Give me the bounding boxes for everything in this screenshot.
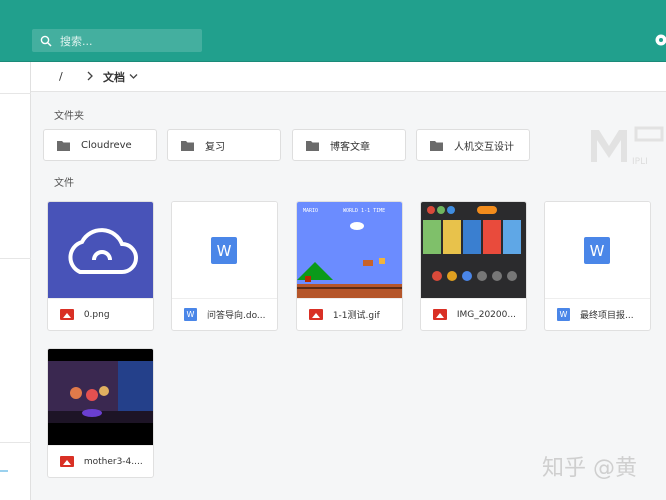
folder-name: 复习	[205, 141, 225, 153]
game-screenshot-image	[48, 349, 153, 445]
file-name: mother3-4....	[83, 456, 143, 467]
folder-item[interactable]: Cloudreve	[43, 129, 157, 161]
chevron-down-icon	[129, 74, 138, 79]
game-stats: WORLD 1-1 TIME	[343, 208, 385, 214]
file-info: IMG_20200...	[421, 298, 526, 330]
file-info: W 最终项目报...	[545, 298, 650, 330]
breadcrumb-root[interactable]: /	[59, 70, 63, 83]
file-card[interactable]: W W 最终项目报...	[544, 201, 651, 331]
breadcrumb: / 文档	[31, 62, 666, 92]
image-file-icon	[60, 309, 74, 320]
image-file-icon	[60, 456, 74, 467]
image-file-icon	[433, 309, 447, 320]
file-name: 问答导向.do...	[207, 311, 266, 321]
file-name: IMG_20200...	[456, 309, 516, 320]
folder-icon	[181, 140, 194, 151]
file-card[interactable]: 0.png	[47, 201, 154, 331]
image-file-icon	[309, 309, 323, 320]
folder-icon	[430, 140, 443, 151]
app-header: 搜索...	[0, 0, 666, 62]
folder-item[interactable]: 博客文章	[292, 129, 406, 161]
watermark-logo: IPLI	[591, 126, 664, 166]
breadcrumb-current[interactable]: 文档	[103, 69, 138, 85]
switch-screenshot-image	[423, 206, 521, 281]
sidebar-divider	[0, 93, 31, 94]
word-doc-icon: W	[211, 237, 237, 264]
game-label: MARIO	[303, 208, 318, 214]
file-thumbnail	[48, 349, 153, 445]
folder-name: 人机交互设计	[454, 141, 514, 153]
file-info: mother3-4....	[48, 445, 153, 477]
sidebar-divider	[0, 442, 31, 443]
search-icon	[40, 35, 52, 47]
chevron-right-icon	[87, 71, 93, 81]
cloud-logo-icon	[68, 228, 138, 274]
folder-icon	[57, 140, 70, 151]
file-card[interactable]: IMG_20200...	[420, 201, 527, 331]
game-screenshot-image: MARIO WORLD 1-1 TIME	[297, 208, 402, 298]
search-box[interactable]: 搜索...	[32, 29, 202, 52]
file-thumbnail	[48, 202, 153, 298]
file-thumbnail	[421, 202, 526, 298]
doc-file-icon: W	[557, 308, 570, 321]
file-name: 最终项目报...	[580, 311, 634, 321]
word-doc-icon: W	[584, 237, 610, 264]
search-input[interactable]: 搜索...	[60, 33, 93, 49]
sidebar	[0, 62, 31, 500]
file-info: 1-1测试.gif	[297, 298, 402, 330]
section-title-files: 文件	[54, 178, 74, 189]
file-card[interactable]: mother3-4....	[47, 348, 154, 478]
folder-item[interactable]: 人机交互设计	[416, 129, 530, 161]
folder-name: 博客文章	[330, 141, 370, 153]
gear-icon[interactable]	[654, 33, 666, 47]
section-title-folders: 文件夹	[54, 111, 84, 122]
watermark-text: 知乎 @黄	[542, 456, 637, 481]
file-name: 1-1测试.gif	[332, 311, 380, 321]
watermark-logo-text: IPLI	[632, 157, 648, 166]
sidebar-divider	[0, 258, 31, 259]
file-card[interactable]: MARIO WORLD 1-1 TIME 1-1测试.gif	[296, 201, 403, 331]
file-info: W 问答导向.do...	[172, 298, 277, 330]
folder-item[interactable]: 复习	[167, 129, 281, 161]
storage-bar	[0, 470, 8, 472]
doc-file-icon: W	[184, 308, 197, 321]
file-card[interactable]: W W 问答导向.do...	[171, 201, 278, 331]
file-info: 0.png	[48, 298, 153, 330]
folder-icon	[306, 140, 319, 151]
folder-name: Cloudreve	[81, 139, 132, 151]
file-thumbnail: MARIO WORLD 1-1 TIME	[297, 202, 402, 298]
file-thumbnail: W	[545, 202, 650, 298]
file-name: 0.png	[83, 309, 110, 320]
breadcrumb-current-label: 文档	[103, 70, 125, 84]
file-thumbnail: W	[172, 202, 277, 298]
